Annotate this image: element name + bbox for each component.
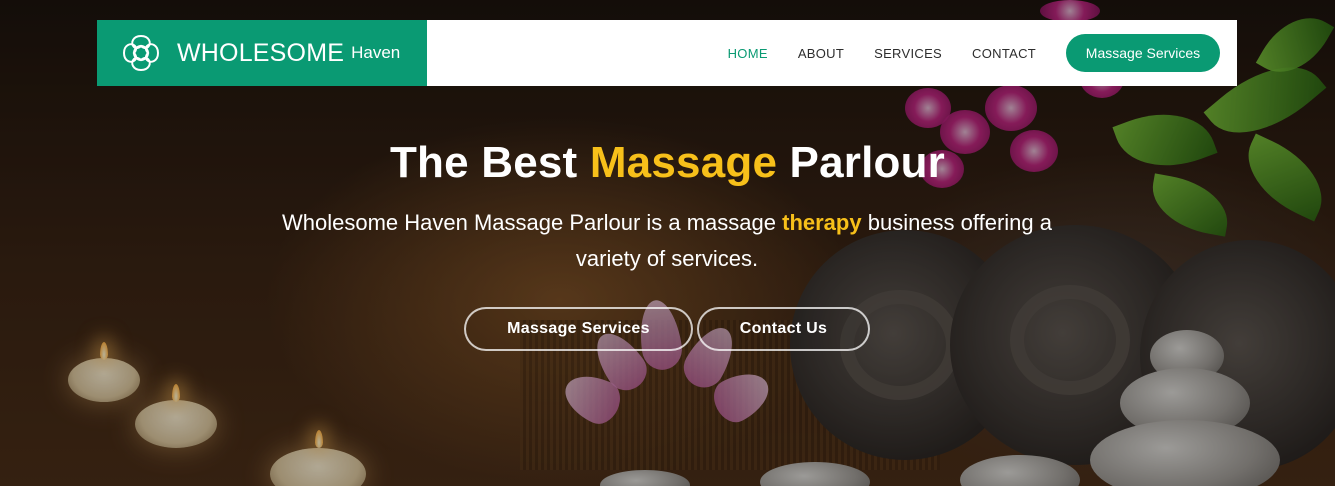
hero-massage-services-button[interactable]: Massage Services: [464, 307, 693, 351]
hero-title: The Best Massage Parlour: [0, 138, 1335, 188]
nav-about[interactable]: ABOUT: [798, 46, 844, 61]
nav-services[interactable]: SERVICES: [874, 46, 942, 61]
nav-menu: HOME ABOUT SERVICES CONTACT Massage Serv…: [728, 20, 1237, 86]
nav-home[interactable]: HOME: [728, 46, 768, 61]
hero-text-highlight: therapy: [782, 210, 862, 235]
hero-title-highlight: Massage: [589, 138, 778, 187]
nav-contact[interactable]: CONTACT: [972, 46, 1036, 61]
brand-name: WHOLESOME: [177, 38, 345, 67]
brand-logo-link[interactable]: WHOLESOME Haven: [97, 20, 427, 86]
hero-button-group: Massage Services Contact Us: [464, 307, 870, 351]
hero-description: Wholesome Haven Massage Parlour is a mas…: [267, 205, 1067, 277]
hero-text-pre: Wholesome Haven Massage Parlour is a mas…: [282, 210, 783, 235]
hero-contact-us-button[interactable]: Contact Us: [697, 307, 870, 351]
hero-title-pre: The Best: [389, 138, 590, 187]
celtic-knot-icon: [122, 34, 160, 72]
nav-massage-services-button[interactable]: Massage Services: [1066, 34, 1220, 72]
top-navbar: WHOLESOME Haven HOME ABOUT SERVICES CONT…: [97, 20, 1237, 86]
hero-title-post: Parlour: [777, 138, 945, 187]
brand-subname: Haven: [351, 43, 401, 62]
